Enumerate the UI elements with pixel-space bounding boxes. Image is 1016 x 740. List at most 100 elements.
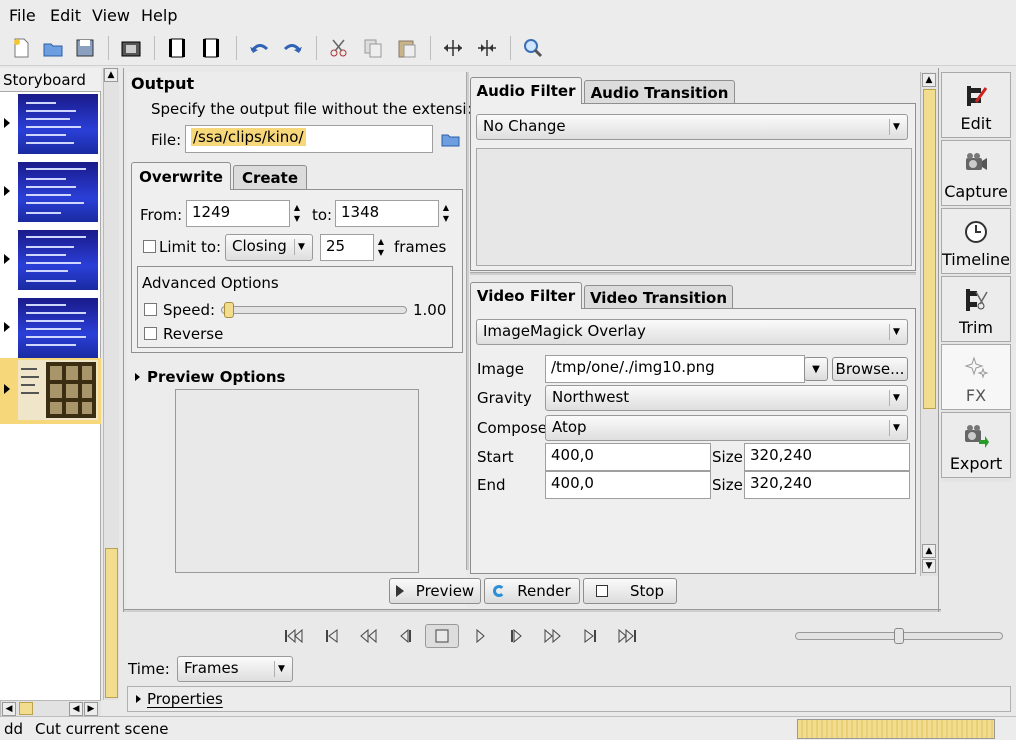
tab-video-transition[interactable]: Video Transition	[584, 285, 733, 309]
scene-1[interactable]	[0, 92, 101, 158]
limit-spinner-icon[interactable]: ▲ ▼	[375, 236, 387, 258]
mode-edit-button[interactable]: Edit	[941, 72, 1011, 138]
paste-icon[interactable]	[394, 35, 420, 61]
mode-capture-button[interactable]: Capture	[941, 140, 1011, 206]
expand-arrow-icon[interactable]	[4, 322, 10, 332]
undo-icon[interactable]	[246, 35, 272, 61]
preview-options-title[interactable]: Preview Options	[147, 368, 285, 386]
compose-select[interactable]: Atop ▼	[545, 415, 908, 441]
tab-audio-transition[interactable]: Audio Transition	[584, 80, 735, 104]
scroll-thumb[interactable]	[105, 548, 118, 698]
folder-open-icon[interactable]	[441, 130, 461, 148]
scroll-up-icon[interactable]: ▲	[922, 544, 936, 558]
stop-playback-icon[interactable]	[425, 624, 459, 648]
scroll-left-icon[interactable]: ◀	[69, 702, 83, 716]
storyboard-scrollbar[interactable]: ▲	[103, 68, 119, 700]
join-icon[interactable]	[474, 35, 500, 61]
limit-mode-select[interactable]: Closing ▼	[225, 234, 313, 261]
tab-video-filter[interactable]: Video Filter	[470, 282, 582, 309]
end-position-input[interactable]: 400,0	[545, 471, 711, 499]
menu-file[interactable]: File	[9, 6, 36, 25]
speed-checkbox[interactable]	[144, 303, 157, 316]
audio-filter-select[interactable]: No Change ▼	[476, 114, 908, 140]
to-spinner-icon[interactable]: ▲ ▼	[440, 202, 452, 224]
menu-view[interactable]: View	[92, 6, 130, 25]
from-input[interactable]: 1249	[186, 200, 290, 227]
speed-slider-handle[interactable]	[224, 302, 234, 318]
fast-forward-icon[interactable]	[540, 626, 564, 646]
effects-scrollbar[interactable]: ▲ ▲ ▼	[920, 72, 938, 576]
limit-checkbox[interactable]	[143, 240, 156, 253]
volume-slider[interactable]	[795, 628, 1003, 644]
expand-arrow-icon[interactable]	[4, 254, 10, 264]
browse-button[interactable]: Browse...	[832, 357, 908, 381]
expand-arrow-icon[interactable]	[4, 186, 10, 196]
mode-fx-button[interactable]: FX	[941, 344, 1011, 410]
properties-expander[interactable]: Properties	[127, 686, 1011, 712]
menu-help[interactable]: Help	[141, 6, 177, 25]
hscroll-thumb[interactable]	[19, 702, 33, 715]
tab-overwrite[interactable]: Overwrite	[131, 162, 231, 190]
limit-frames-input[interactable]: 25	[320, 234, 374, 261]
stop-button[interactable]: Stop	[583, 578, 677, 604]
expand-arrow-icon[interactable]	[4, 118, 10, 128]
volume-slider-handle[interactable]	[894, 628, 904, 644]
scroll-down-icon[interactable]: ▼	[922, 559, 936, 573]
previous-scene-icon[interactable]	[320, 626, 344, 646]
split-icon[interactable]	[440, 35, 466, 61]
image-path-input[interactable]: /tmp/one/./img10.png	[545, 355, 805, 383]
audio-video-divider[interactable]	[470, 272, 916, 275]
rewind-icon[interactable]	[357, 626, 381, 646]
start-position-input[interactable]: 400,0	[545, 443, 711, 471]
scroll-up-icon[interactable]: ▲	[104, 68, 118, 82]
mode-export-button[interactable]: Export	[941, 412, 1011, 478]
render-button[interactable]: Render	[484, 578, 580, 604]
from-spinner-icon[interactable]: ▲ ▼	[291, 202, 303, 224]
scroll-right-icon[interactable]: ▶	[84, 702, 98, 716]
previous-frame-icon[interactable]	[394, 626, 418, 646]
copy-icon[interactable]	[360, 35, 386, 61]
scene-4[interactable]	[0, 296, 101, 362]
next-scene-icon[interactable]	[578, 626, 602, 646]
gravity-select[interactable]: Northwest ▼	[545, 385, 908, 411]
scroll-thumb[interactable]	[923, 89, 936, 409]
speed-slider[interactable]	[221, 302, 407, 318]
start-size-input[interactable]: 320,240	[744, 443, 910, 471]
insert-after-icon[interactable]	[198, 35, 224, 61]
expand-arrow-icon[interactable]	[4, 384, 10, 394]
menu-edit[interactable]: Edit	[50, 6, 81, 25]
scene-5[interactable]	[0, 358, 101, 424]
save-frame-icon[interactable]	[118, 35, 144, 61]
reverse-checkbox[interactable]	[144, 327, 157, 340]
main-divider[interactable]	[123, 609, 941, 612]
open-icon[interactable]	[40, 35, 66, 61]
next-frame-icon[interactable]	[504, 626, 528, 646]
expand-arrow-icon[interactable]	[135, 373, 140, 381]
go-end-icon[interactable]	[615, 626, 639, 646]
mode-trim-button[interactable]: Trim	[941, 276, 1011, 342]
expand-arrow-icon[interactable]	[136, 695, 141, 703]
storyboard-hscrollbar[interactable]: ◀ ◀ ▶	[0, 700, 101, 716]
mode-timeline-button[interactable]: Timeline	[941, 208, 1011, 274]
pane-divider[interactable]	[466, 72, 469, 570]
redo-icon[interactable]	[280, 35, 306, 61]
scene-3[interactable]	[0, 228, 101, 294]
play-icon[interactable]	[468, 626, 492, 646]
time-mode-select[interactable]: Frames ▼	[177, 656, 293, 682]
go-start-icon[interactable]	[282, 626, 306, 646]
tab-create[interactable]: Create	[233, 165, 307, 190]
end-size-input[interactable]: 320,240	[744, 471, 910, 499]
video-filter-select[interactable]: ImageMagick Overlay ▼	[476, 319, 908, 345]
insert-before-icon[interactable]	[164, 35, 190, 61]
to-input[interactable]: 1348	[335, 200, 439, 227]
image-history-dropdown[interactable]: ▼	[804, 357, 828, 381]
preview-button[interactable]: Preview	[389, 578, 481, 604]
scene-2[interactable]	[0, 160, 101, 226]
tab-audio-filter[interactable]: Audio Filter	[470, 77, 582, 104]
scroll-left-icon[interactable]: ◀	[2, 702, 16, 716]
new-icon[interactable]	[8, 35, 34, 61]
save-icon[interactable]	[72, 35, 98, 61]
cut-icon[interactable]	[326, 35, 352, 61]
zoom-icon[interactable]	[520, 35, 546, 61]
scroll-up-icon[interactable]: ▲	[922, 73, 936, 87]
